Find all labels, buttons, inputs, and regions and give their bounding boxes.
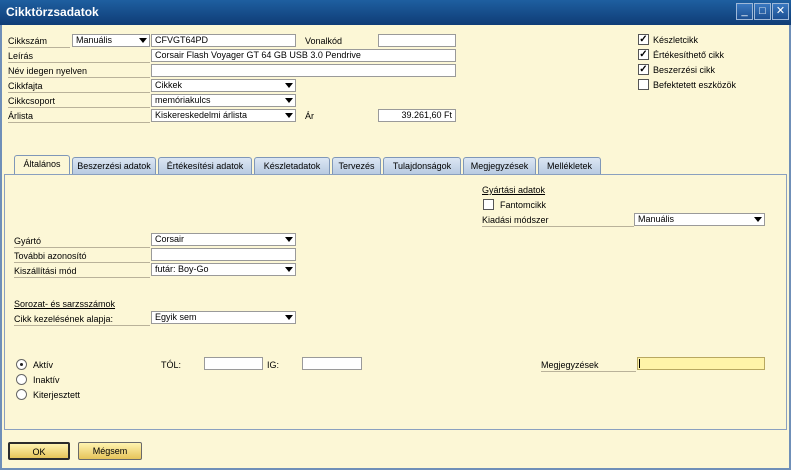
management-method-dropdown[interactable]: Egyik sem xyxy=(151,311,296,324)
tab-attachments[interactable]: Mellékletek xyxy=(538,157,601,175)
divider xyxy=(482,226,634,227)
divider xyxy=(14,325,150,326)
chevron-down-icon xyxy=(285,267,293,272)
tab-remarks[interactable]: Megjegyzések xyxy=(463,157,536,175)
chevron-down-icon xyxy=(285,98,293,103)
active-label: Aktív xyxy=(33,360,54,370)
issue-method-dropdown[interactable]: Manuális xyxy=(634,213,765,226)
chevron-down-icon xyxy=(754,217,762,222)
to-date-field[interactable] xyxy=(302,357,362,370)
phantom-item-checkbox[interactable] xyxy=(483,199,494,210)
item-no-series-value: Manuális xyxy=(76,35,113,45)
item-type-label: Cikkfajta xyxy=(8,81,43,91)
ok-button[interactable]: OK xyxy=(8,442,70,460)
item-group-label: Cikkcsoport xyxy=(8,96,56,106)
inventory-item-label: Készletcikk xyxy=(653,35,699,45)
divider xyxy=(8,107,150,108)
item-no-series-dropdown[interactable]: Manuális xyxy=(72,34,150,47)
foreign-name-field[interactable] xyxy=(151,64,456,77)
chevron-down-icon xyxy=(285,237,293,242)
maximize-button[interactable]: □ xyxy=(754,3,771,20)
cancel-button[interactable]: Mégsem xyxy=(78,442,142,460)
divider xyxy=(8,47,70,48)
barcode-field[interactable] xyxy=(378,34,456,47)
item-no-label: Cikkszám xyxy=(8,36,48,46)
barcode-label: Vonalkód xyxy=(305,36,343,46)
price-field[interactable]: 39.261,60 Ft xyxy=(378,109,456,122)
advanced-radio[interactable] xyxy=(16,389,27,400)
minimize-button[interactable]: _ xyxy=(736,3,753,20)
price-label: Ár xyxy=(305,111,314,121)
advanced-label: Kiterjesztett xyxy=(33,390,81,400)
price-list-label: Árlista xyxy=(8,111,34,121)
shipping-type-label: Kiszállítási mód xyxy=(14,266,77,276)
remarks-field[interactable] xyxy=(637,357,765,370)
active-radio[interactable] xyxy=(16,359,27,370)
divider xyxy=(541,371,636,372)
issue-method-label: Kiadási módszer xyxy=(482,215,549,225)
management-method-label: Cikk kezelésének alapja: xyxy=(14,314,114,324)
remarks-label: Megjegyzések xyxy=(541,360,599,370)
from-date-field[interactable] xyxy=(204,357,263,370)
fixed-assets-label: Befektetett eszközök xyxy=(653,80,737,90)
item-no-field[interactable]: CFVGT64PD xyxy=(151,34,296,47)
description-field[interactable]: Corsair Flash Voyager GT 64 GB USB 3.0 P… xyxy=(151,49,456,62)
description-label: Leírás xyxy=(8,51,34,61)
shipping-type-value: futár: Boy-Go xyxy=(155,264,209,274)
divider xyxy=(14,247,150,248)
radio-selected-dot xyxy=(20,363,23,366)
price-list-dropdown[interactable]: Kiskereskedelmi árlista xyxy=(151,109,296,122)
production-data-title: Gyártási adatok xyxy=(482,185,546,195)
inventory-item-checkbox[interactable]: ✓ xyxy=(638,34,649,45)
tab-purchasing[interactable]: Beszerzési adatok xyxy=(72,157,156,175)
tab-sales[interactable]: Értékesítési adatok xyxy=(158,157,252,175)
additional-id-field[interactable] xyxy=(151,248,296,261)
from-label: TÓL: xyxy=(161,360,182,370)
chevron-down-icon xyxy=(285,83,293,88)
inactive-label: Inaktív xyxy=(33,375,60,385)
divider xyxy=(14,277,150,278)
manufacturer-label: Gyártó xyxy=(14,236,42,246)
divider xyxy=(8,62,150,63)
foreign-name-label: Név idegen nyelven xyxy=(8,66,88,76)
text-cursor xyxy=(639,359,640,368)
to-label: IG: xyxy=(267,360,280,370)
item-type-dropdown[interactable]: Cikkek xyxy=(151,79,296,92)
inactive-radio[interactable] xyxy=(16,374,27,385)
tab-inventory[interactable]: Készletadatok xyxy=(254,157,330,175)
item-group-value: memóriakulcs xyxy=(155,95,211,105)
window-title: Cikktörzsadatok xyxy=(6,5,99,19)
serials-title: Sorozat- és sarzsszámok xyxy=(14,299,116,309)
purchase-item-label: Beszerzési cikk xyxy=(653,65,716,75)
close-button[interactable]: ✕ xyxy=(772,3,789,20)
divider xyxy=(14,262,150,263)
purchase-item-checkbox[interactable]: ✓ xyxy=(638,64,649,75)
price-list-value: Kiskereskedelmi árlista xyxy=(155,110,248,120)
title-bar: Cikktörzsadatok _ □ ✕ xyxy=(0,0,791,25)
phantom-item-label: Fantomcikk xyxy=(500,200,547,210)
issue-method-value: Manuális xyxy=(638,214,675,224)
sales-item-label: Értékesíthető cikk xyxy=(653,50,725,60)
divider xyxy=(8,122,150,123)
shipping-type-dropdown[interactable]: futár: Boy-Go xyxy=(151,263,296,276)
sales-item-checkbox[interactable]: ✓ xyxy=(638,49,649,60)
item-type-value: Cikkek xyxy=(155,80,183,90)
chevron-down-icon xyxy=(285,315,293,320)
chevron-down-icon xyxy=(285,113,293,118)
item-group-dropdown[interactable]: memóriakulcs xyxy=(151,94,296,107)
chevron-down-icon xyxy=(139,38,147,43)
additional-id-label: További azonosító xyxy=(14,251,87,261)
divider xyxy=(8,77,150,78)
divider xyxy=(8,92,150,93)
fixed-assets-checkbox[interactable] xyxy=(638,79,649,90)
manufacturer-value: Corsair xyxy=(155,234,185,244)
tab-general[interactable]: Általános xyxy=(14,155,70,176)
manufacturer-dropdown[interactable]: Corsair xyxy=(151,233,296,246)
tab-properties[interactable]: Tulajdonságok xyxy=(383,157,461,175)
management-method-value: Egyik sem xyxy=(155,312,197,322)
tab-planning[interactable]: Tervezés xyxy=(332,157,381,175)
